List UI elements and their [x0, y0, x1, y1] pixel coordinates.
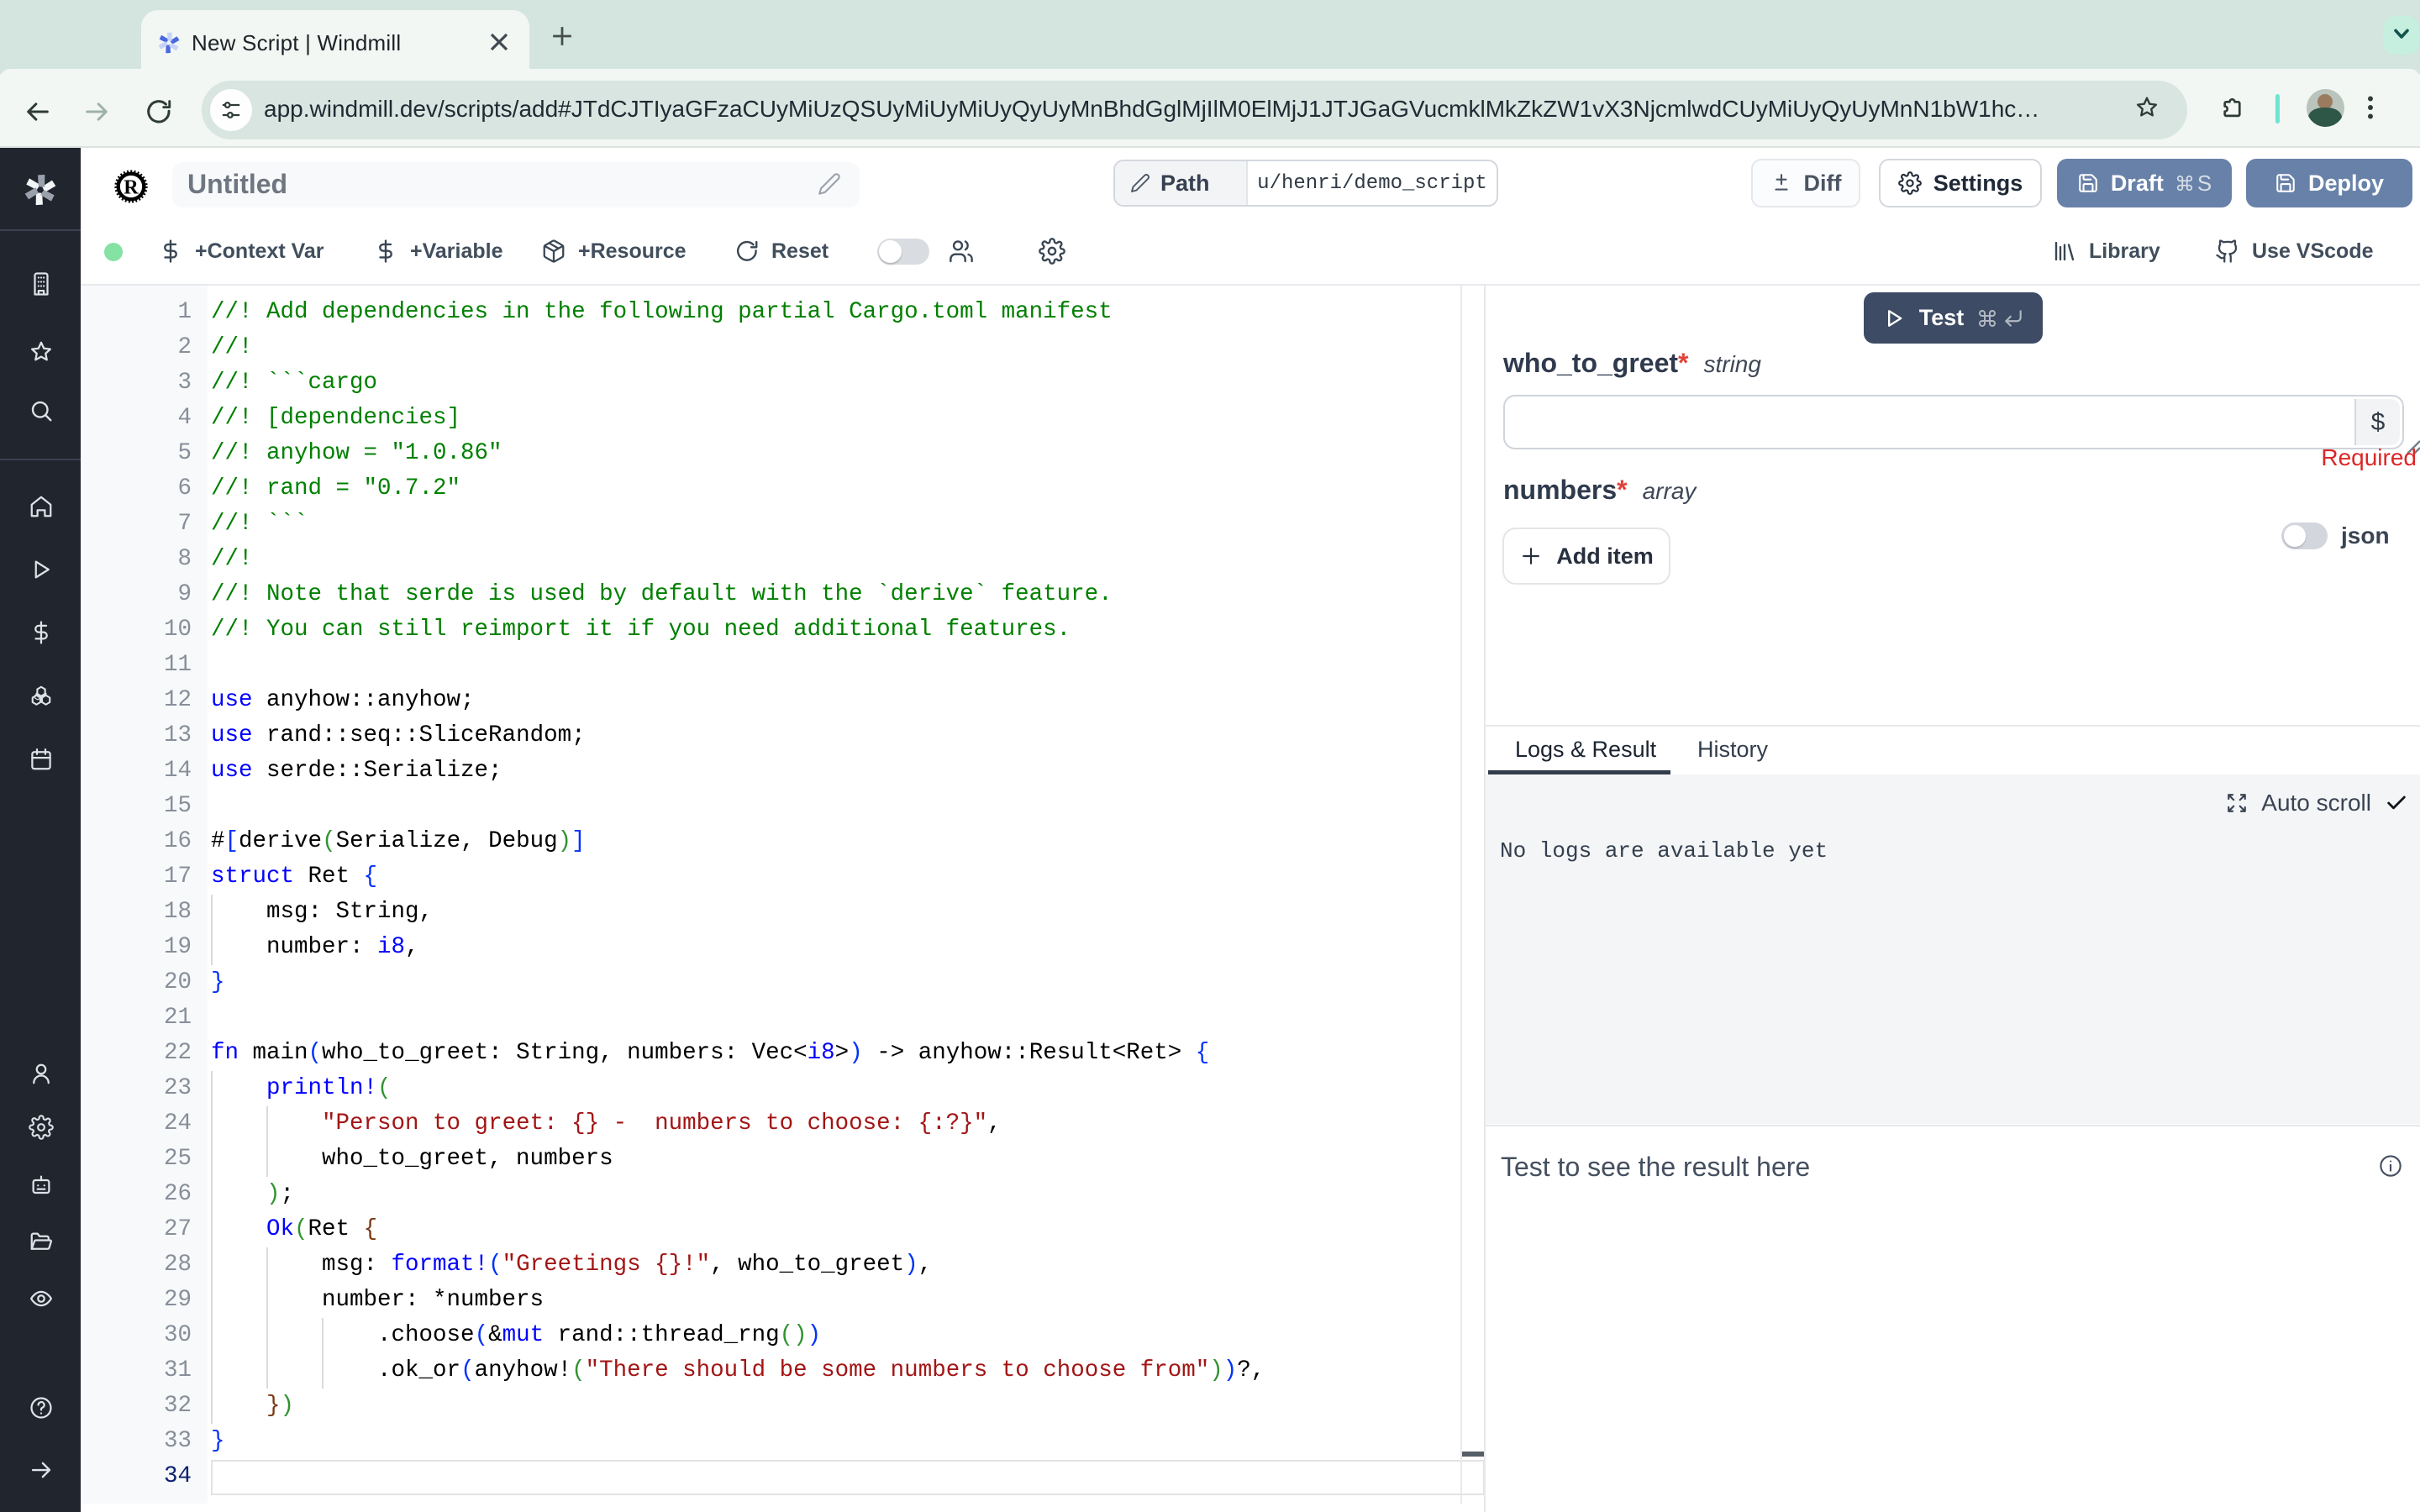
svg-text:R: R [124, 176, 139, 199]
